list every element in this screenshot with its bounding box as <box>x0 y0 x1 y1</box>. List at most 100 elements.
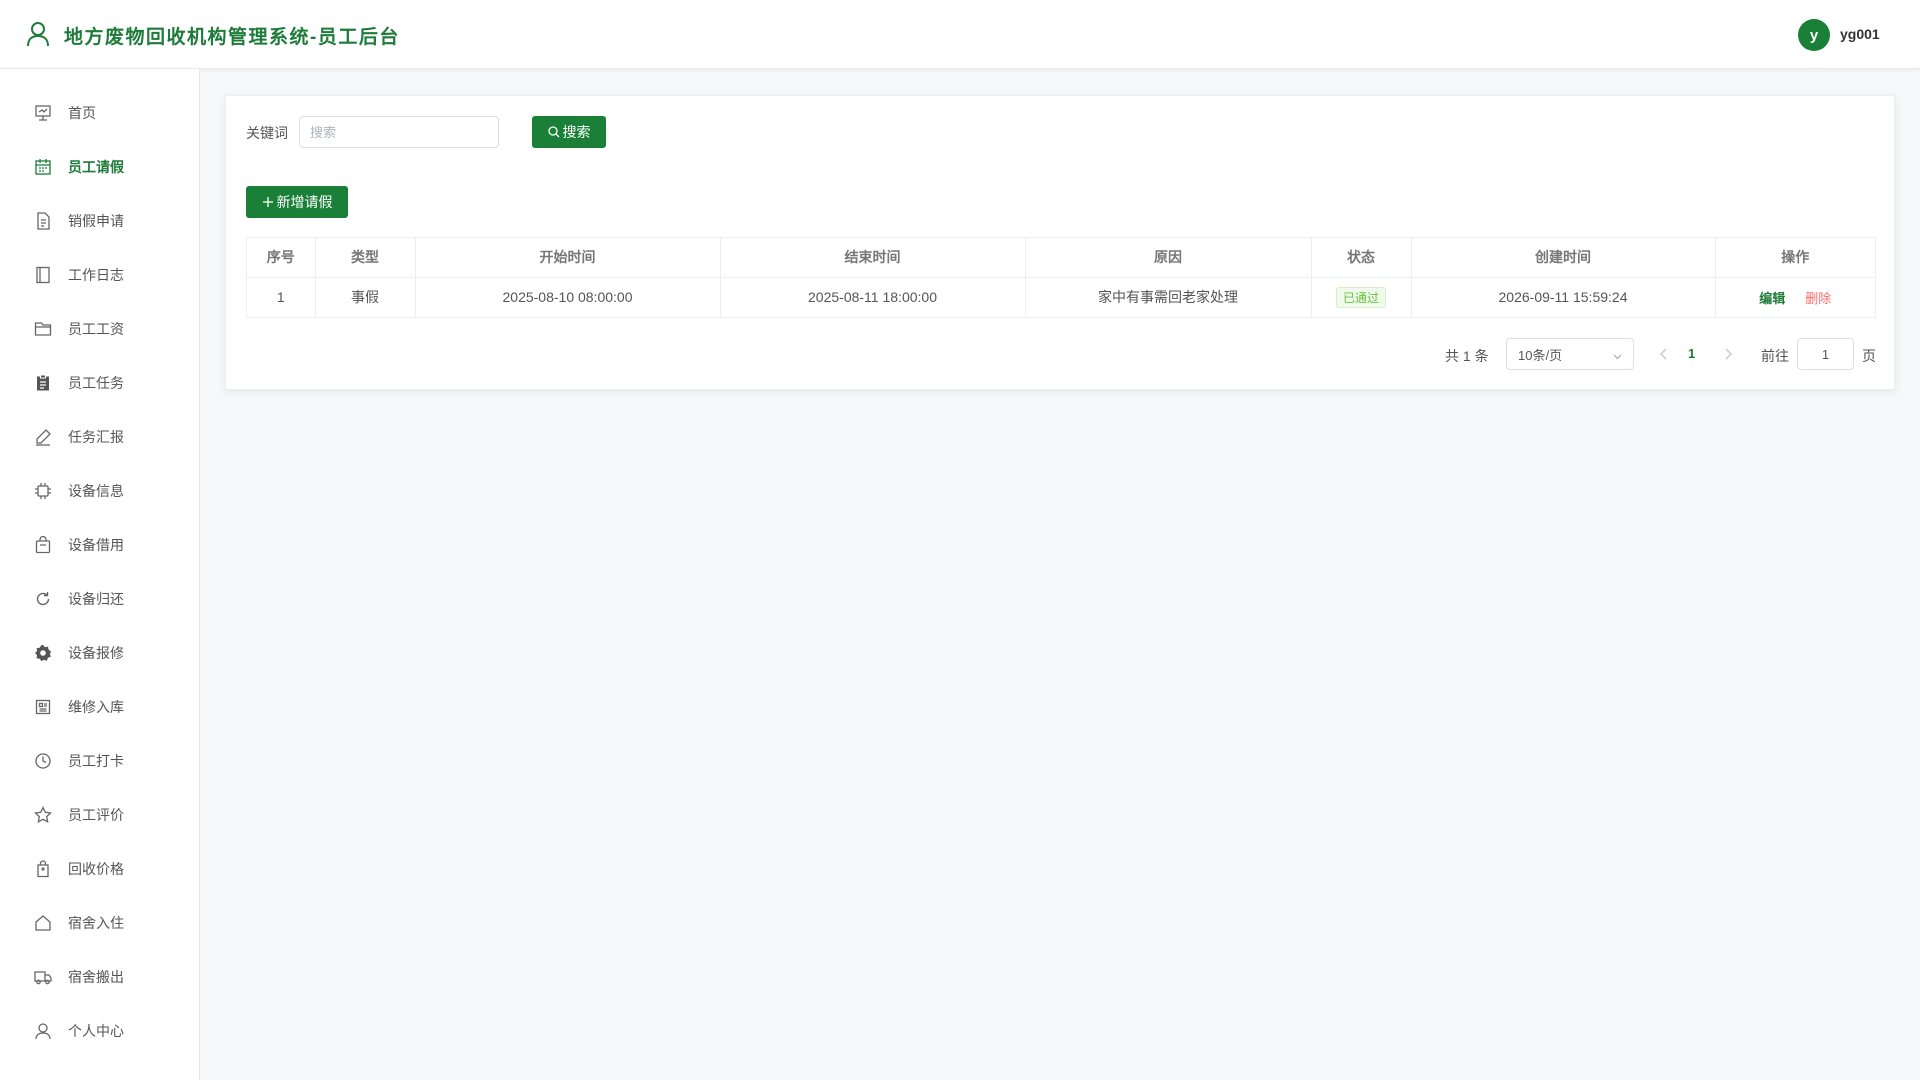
bag-icon <box>34 535 52 554</box>
username[interactable]: yg001 <box>1840 26 1880 42</box>
folder-icon <box>34 320 52 338</box>
sidebar-item-home[interactable]: 首页 <box>0 86 199 140</box>
cell-type: 事假 <box>315 277 416 317</box>
cell-reason: 家中有事需回老家处理 <box>1025 277 1312 317</box>
sidebar-item-recycle-price[interactable]: 回收价格 <box>0 842 199 896</box>
col-header-type[interactable]: 类型 <box>315 238 416 278</box>
sidebar-item-label: 设备信息 <box>68 483 124 499</box>
sidebar-item-device-return[interactable]: 设备归还 <box>0 572 199 626</box>
star-icon <box>34 805 52 824</box>
col-header-actions: 操作 <box>1715 238 1875 278</box>
sidebar-item-leave-cancel[interactable]: 销假申请 <box>0 194 199 248</box>
sidebar-item-label: 员工工资 <box>68 321 124 337</box>
sidebar-item-device-info[interactable]: 设备信息 <box>0 464 199 518</box>
col-header-end-time[interactable]: 结束时间 <box>720 238 1026 278</box>
add-leave-button[interactable]: 新增请假 <box>246 186 348 218</box>
search-icon <box>547 126 560 138</box>
delete-button[interactable]: 删除 <box>1805 291 1831 306</box>
next-page-icon[interactable] <box>1723 347 1733 365</box>
sidebar-item-label: 设备归还 <box>68 591 124 607</box>
sidebar-item-label: 维修入库 <box>68 699 124 715</box>
user-logo-icon <box>26 21 50 47</box>
sidebar-item-label: 设备报修 <box>68 645 124 661</box>
page-size-value: 10条/页 <box>1518 347 1563 363</box>
sidebar-item-label: 任务汇报 <box>68 429 124 445</box>
prev-page-icon[interactable] <box>1659 347 1669 365</box>
col-header-index[interactable]: 序号 <box>247 238 316 278</box>
edit-pen-icon <box>34 428 52 446</box>
sidebar-item-label: 宿舍入住 <box>68 915 124 931</box>
sidebar-item-evaluation[interactable]: 员工评价 <box>0 788 199 842</box>
goto-label: 前往 <box>1761 348 1789 364</box>
sidebar: 首页 员工请假 销假申请 工作日志 员工工资 员工任务 任务汇报 设备信息 设备… <box>0 69 200 1080</box>
sidebar-item-label: 员工评价 <box>68 807 124 823</box>
sidebar-item-label: 工作日志 <box>68 267 124 283</box>
notebook-icon <box>34 266 52 284</box>
sidebar-item-clock-in[interactable]: 员工打卡 <box>0 734 199 788</box>
sidebar-item-label: 设备借用 <box>68 537 124 553</box>
app-title: 地方废物回收机构管理系统-员工后台 <box>64 27 400 48</box>
sidebar-item-label: 员工请假 <box>68 159 124 175</box>
sidebar-item-label: 宿舍搬出 <box>68 969 124 985</box>
truck-icon <box>34 968 52 986</box>
house-icon <box>34 914 52 932</box>
sidebar-item-label: 首页 <box>68 105 96 121</box>
pagination-total: 共 1 条 <box>1445 348 1489 364</box>
goto-page-input[interactable] <box>1797 338 1854 370</box>
col-header-reason[interactable]: 原因 <box>1025 238 1312 278</box>
search-button[interactable]: 搜索 <box>532 116 606 148</box>
sidebar-item-profile[interactable]: 个人中心 <box>0 1004 199 1058</box>
sidebar-item-label: 员工任务 <box>68 375 124 391</box>
box-icon <box>34 698 52 716</box>
clipboard-icon <box>34 374 52 392</box>
cell-start-time: 2025-08-10 08:00:00 <box>415 277 721 317</box>
cell-status: 已通过 <box>1311 277 1412 317</box>
chevron-down-icon <box>1612 350 1623 365</box>
current-page[interactable]: 1 <box>1688 346 1695 361</box>
sidebar-item-dorm-checkout[interactable]: 宿舍搬出 <box>0 950 199 1004</box>
cell-created-time: 2026-09-11 15:59:24 <box>1411 277 1716 317</box>
sidebar-item-device-borrow[interactable]: 设备借用 <box>0 518 199 572</box>
page-size-select[interactable]: 10条/页 <box>1506 338 1634 370</box>
keyword-label: 关键词 <box>246 125 288 141</box>
col-header-status[interactable]: 状态 <box>1311 238 1412 278</box>
sidebar-item-repair-stock[interactable]: 维修入库 <box>0 680 199 734</box>
sidebar-item-label: 员工打卡 <box>68 753 124 769</box>
add-leave-label: 新增请假 <box>276 194 333 210</box>
presentation-icon <box>34 104 52 122</box>
content-card: 关键词 搜索 新增请假 序号 类型 开始时间 结束时间 原因 <box>225 95 1895 390</box>
refresh-icon <box>34 590 52 608</box>
status-badge: 已通过 <box>1335 286 1386 308</box>
clock-icon <box>34 752 52 770</box>
leave-table: 序号 类型 开始时间 结束时间 原因 状态 创建时间 操作 1 事假 2025-… <box>246 237 1876 318</box>
search-input[interactable] <box>299 116 499 148</box>
cpu-icon <box>34 482 52 500</box>
sidebar-item-employee-leave[interactable]: 员工请假 <box>0 140 199 194</box>
sidebar-item-label: 个人中心 <box>68 1023 124 1039</box>
search-button-label: 搜索 <box>562 124 591 140</box>
document-icon <box>34 212 52 230</box>
sidebar-item-task-report[interactable]: 任务汇报 <box>0 410 199 464</box>
sidebar-item-label: 销假申请 <box>68 213 124 229</box>
avatar[interactable]: y <box>1798 19 1830 51</box>
plus-icon <box>262 196 274 208</box>
edit-button[interactable]: 编辑 <box>1759 291 1785 306</box>
page-suffix: 页 <box>1862 348 1876 364</box>
cell-actions: 编辑 删除 <box>1715 277 1875 317</box>
col-header-created-time[interactable]: 创建时间 <box>1411 238 1716 278</box>
sidebar-item-dorm-checkin[interactable]: 宿舍入住 <box>0 896 199 950</box>
user-icon <box>34 1022 52 1040</box>
cell-end-time: 2025-08-11 18:00:00 <box>720 277 1026 317</box>
sidebar-item-label: 回收价格 <box>68 861 124 877</box>
sidebar-item-device-repair[interactable]: 设备报修 <box>0 626 199 680</box>
top-header: 地方废物回收机构管理系统-员工后台 y yg001 <box>0 0 1920 69</box>
col-header-start-time[interactable]: 开始时间 <box>415 238 721 278</box>
table-header-row: 序号 类型 开始时间 结束时间 原因 状态 创建时间 操作 <box>247 238 1875 278</box>
calendar-icon <box>34 158 52 176</box>
table-row[interactable]: 1 事假 2025-08-10 08:00:00 2025-08-11 18:0… <box>247 277 1875 317</box>
cell-index: 1 <box>247 277 316 317</box>
sidebar-item-tasks[interactable]: 员工任务 <box>0 356 199 410</box>
price-tag-icon <box>34 860 52 878</box>
sidebar-item-salary[interactable]: 员工工资 <box>0 302 199 356</box>
sidebar-item-work-log[interactable]: 工作日志 <box>0 248 199 302</box>
